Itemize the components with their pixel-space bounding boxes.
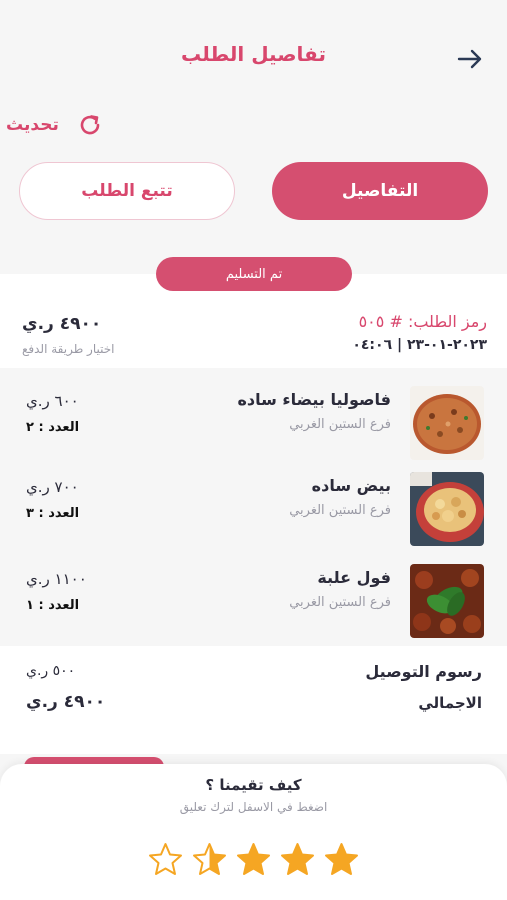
star-icon[interactable] <box>324 842 359 877</box>
rating-hint: اضغط في الاسفل لترك تعليق <box>179 800 328 814</box>
food-image <box>410 472 484 546</box>
back-arrow-icon[interactable] <box>455 44 485 74</box>
star-icon[interactable] <box>280 842 315 877</box>
item-quantity: العدد : ٣ <box>26 506 80 521</box>
item-quantity: العدد : ٢ <box>26 420 80 435</box>
tab-details[interactable]: التفاصيل <box>272 162 488 220</box>
star-icon[interactable] <box>236 842 271 877</box>
item-branch: فرع الستين الغربي <box>289 503 391 518</box>
item-price: ٧٠٠ ر.ي <box>26 478 79 496</box>
status-badge: تم التسليم <box>156 257 352 291</box>
order-code: رمز الطلب: # ٥٠٥ <box>358 312 487 331</box>
food-image <box>410 564 484 638</box>
item-quantity: العدد : ١ <box>26 598 80 613</box>
refresh-icon <box>80 115 100 135</box>
rating-title: كيف تقيمنا ؟ <box>205 776 302 794</box>
order-datetime: ٢٠٢٣-٠١-٢٣ | ٠٤:٠٦ <box>352 337 487 353</box>
page-title: تفاصيل الطلب <box>181 42 326 66</box>
delivery-fee-value: ٥٠٠ ر.ي <box>26 663 76 679</box>
item-price: ٦٠٠ ر.ي <box>26 392 79 410</box>
refresh-button[interactable]: تحديث <box>6 112 103 138</box>
star-icon[interactable] <box>148 842 183 877</box>
list-item: بيض ساده فرع الستين الغربي ٧٠٠ ر.ي العدد… <box>0 472 507 562</box>
list-item: فول علبة فرع الستين الغربي ١١٠٠ ر.ي العد… <box>0 564 507 654</box>
tab-track-order[interactable]: تتبع الطلب <box>19 162 235 220</box>
payment-method-link[interactable]: اختيار طريقة الدفع <box>22 342 115 356</box>
delivery-fee-label: رسوم التوصيل <box>365 662 482 681</box>
item-name: فول علبة <box>317 568 391 587</box>
food-image <box>410 386 484 460</box>
item-name: فاصوليا بيضاء ساده <box>237 390 391 409</box>
grand-total-value: ٤٩٠٠ ر.ي <box>26 692 106 712</box>
item-price: ١١٠٠ ر.ي <box>26 570 87 588</box>
list-item: فاصوليا بيضاء ساده فرع الستين الغربي ٦٠٠… <box>0 386 507 476</box>
item-branch: فرع الستين الغربي <box>289 417 391 432</box>
star-rating[interactable] <box>148 842 359 877</box>
item-name: بيض ساده <box>311 476 391 495</box>
refresh-label: تحديث <box>6 115 59 135</box>
order-total: ٤٩٠٠ ر.ي <box>22 314 102 334</box>
grand-total-label: الاجمالي <box>418 694 482 712</box>
star-icon[interactable] <box>192 842 227 877</box>
item-branch: فرع الستين الغربي <box>289 595 391 610</box>
